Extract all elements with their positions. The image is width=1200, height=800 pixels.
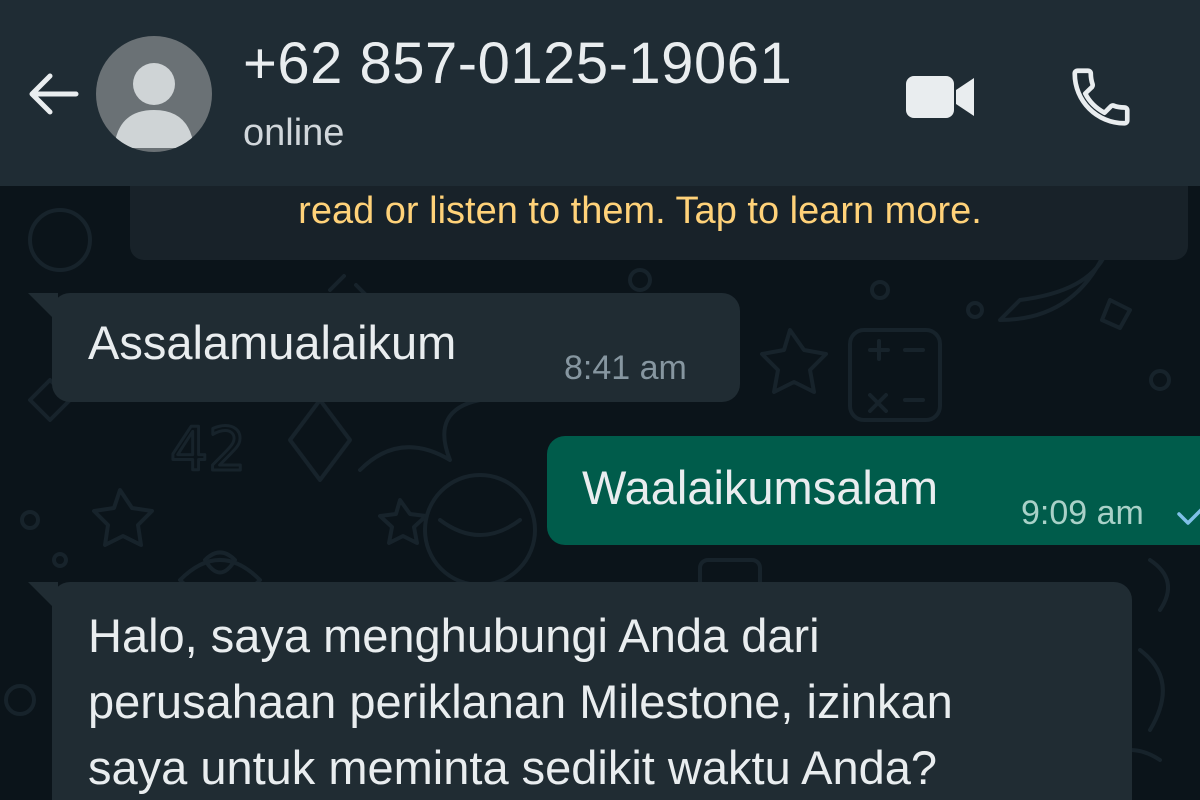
contact-name[interactable]: +62 857-0125-19061 xyxy=(243,30,792,97)
message-text: Waalaikumsalam xyxy=(582,461,939,514)
encryption-notice-text[interactable]: read or listen to them. Tap to learn mor… xyxy=(0,190,1200,233)
chat-screen: 42 +62 857-0125-19061 online read or lis… xyxy=(0,0,1200,800)
bubble-tail-incoming xyxy=(28,582,58,612)
message-bubble-outgoing[interactable]: Waalaikumsalam 9:09 am xyxy=(547,436,1200,545)
contact-avatar[interactable] xyxy=(96,36,212,152)
message-timestamp: 8:41 am xyxy=(564,349,687,387)
arrow-left-icon xyxy=(29,73,79,115)
message-text: Assalamualaikum xyxy=(88,316,457,369)
single-check-icon xyxy=(1177,508,1200,525)
chat-header: +62 857-0125-19061 online xyxy=(0,0,1200,186)
default-avatar-icon xyxy=(114,63,194,148)
voice-call-button[interactable] xyxy=(1066,62,1136,132)
back-button[interactable] xyxy=(22,62,86,126)
bubble-tail-incoming xyxy=(28,293,58,323)
message-bubble-incoming[interactable]: Halo, saya menghubungi Anda dari perusah… xyxy=(52,582,1132,800)
video-camera-icon xyxy=(906,76,974,118)
contact-status: online xyxy=(243,112,345,154)
message-timestamp: 9:09 am xyxy=(1021,494,1144,532)
phone-icon xyxy=(1072,68,1130,126)
message-text-line-3: saya untuk meminta sedikit waktu Anda? xyxy=(88,741,938,794)
message-bubble-incoming[interactable]: Assalamualaikum 8:41 am xyxy=(52,293,740,402)
video-call-button[interactable] xyxy=(900,66,980,126)
svg-text:42: 42 xyxy=(170,415,246,485)
message-text-line-2: perusahaan periklanan Milestone, izinkan xyxy=(88,675,953,728)
message-text-line-1: Halo, saya menghubungi Anda dari xyxy=(88,609,820,662)
